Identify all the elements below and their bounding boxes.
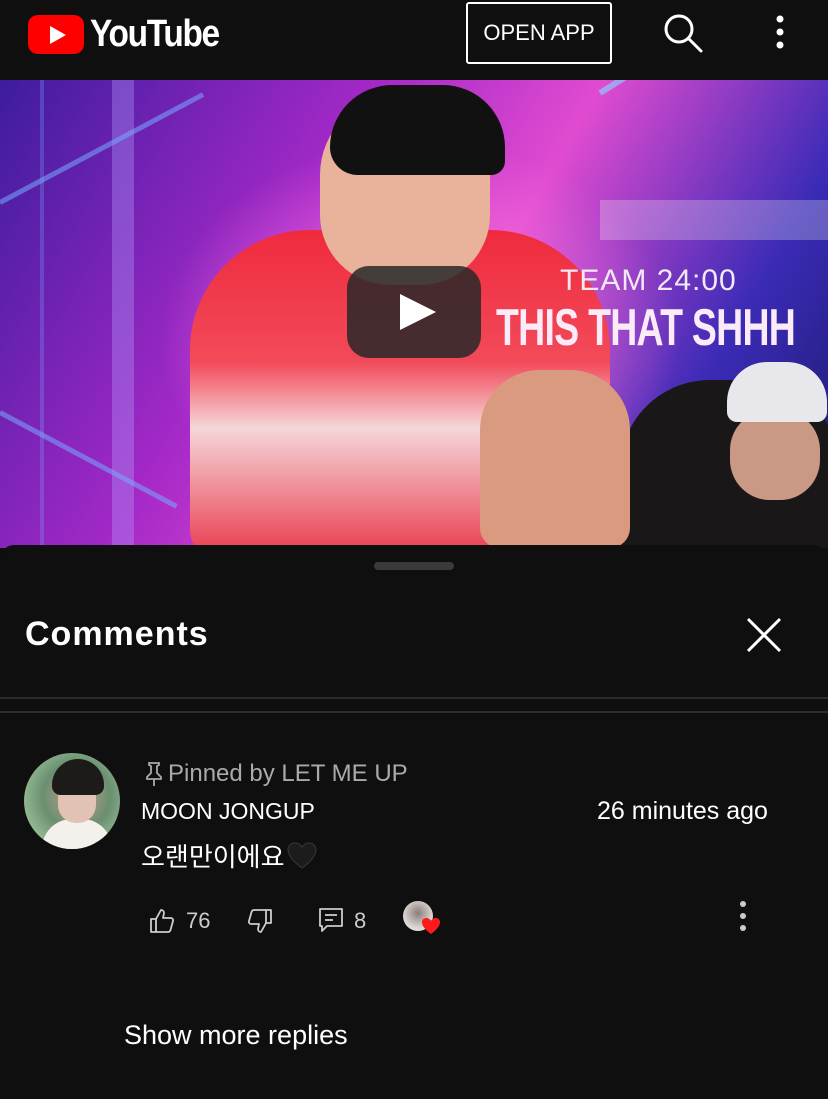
thumbs-up-icon: [150, 909, 175, 933]
stage-light: [40, 80, 44, 548]
dislike-button[interactable]: [246, 901, 274, 941]
pinned-label: Pinned by LET ME UP: [144, 760, 408, 788]
divider: [0, 711, 828, 713]
drag-handle[interactable]: [374, 562, 454, 570]
stage-light: [0, 410, 178, 509]
more-vertical-icon: [776, 15, 784, 49]
close-comments-button[interactable]: [742, 613, 786, 657]
pin-icon: [146, 762, 162, 786]
comment-author[interactable]: MOON JONGUP: [141, 798, 315, 825]
youtube-logo[interactable]: YouTube: [28, 13, 236, 56]
divider: [0, 697, 828, 699]
performer-arm: [480, 370, 630, 548]
comment-timestamp: 26 minutes ago: [597, 797, 768, 825]
comment-body: 오랜만이에요: [141, 843, 285, 873]
avatar-hair: [52, 759, 104, 795]
open-app-button[interactable]: OPEN APP: [466, 2, 612, 64]
youtube-wordmark: YouTube: [90, 13, 220, 55]
reply-button[interactable]: 8: [318, 901, 366, 941]
comment-more-button[interactable]: [735, 897, 751, 939]
stage-light: [0, 92, 205, 205]
stage-light: [600, 200, 828, 240]
red-heart-icon: [422, 918, 440, 934]
like-button[interactable]: 76: [148, 901, 210, 941]
thumbs-down-icon: [247, 909, 272, 933]
avatar-shirt: [42, 819, 112, 849]
comments-title: Comments: [25, 615, 209, 653]
video-player[interactable]: TEAM 24:00 THIS THAT SHHH: [0, 80, 828, 548]
more-vertical-icon: [740, 901, 746, 931]
like-count: 76: [186, 908, 211, 933]
creator-heart-badge: [403, 901, 441, 939]
search-icon: [664, 14, 703, 53]
avatar[interactable]: [24, 753, 120, 849]
video-overlay-subtitle: TEAM 24:00: [560, 264, 737, 297]
close-icon: [746, 617, 782, 653]
background-dancer-cap: [727, 362, 827, 422]
black-heart-emoji-icon: [287, 841, 316, 869]
top-bar: YouTube OPEN APP: [0, 0, 828, 80]
show-more-replies-button[interactable]: Show more replies: [124, 1020, 348, 1051]
youtube-play-icon: [28, 15, 84, 54]
search-button[interactable]: [660, 10, 706, 56]
video-overlay-title: THIS THAT SHHH: [496, 299, 796, 357]
play-button[interactable]: [347, 266, 481, 358]
comments-panel: Comments Pinned by LET ME UP MOON JONGUP…: [0, 545, 828, 1099]
more-options-button[interactable]: [762, 12, 798, 54]
comment-reply-icon: [319, 908, 343, 932]
stage-light: [598, 80, 789, 96]
background-dancer-face: [730, 410, 820, 500]
performer-hair: [330, 85, 505, 175]
comment-text: 오랜만이에요: [141, 837, 317, 874]
reply-count: 8: [354, 908, 367, 933]
pinned-text: Pinned by LET ME UP: [168, 760, 408, 787]
